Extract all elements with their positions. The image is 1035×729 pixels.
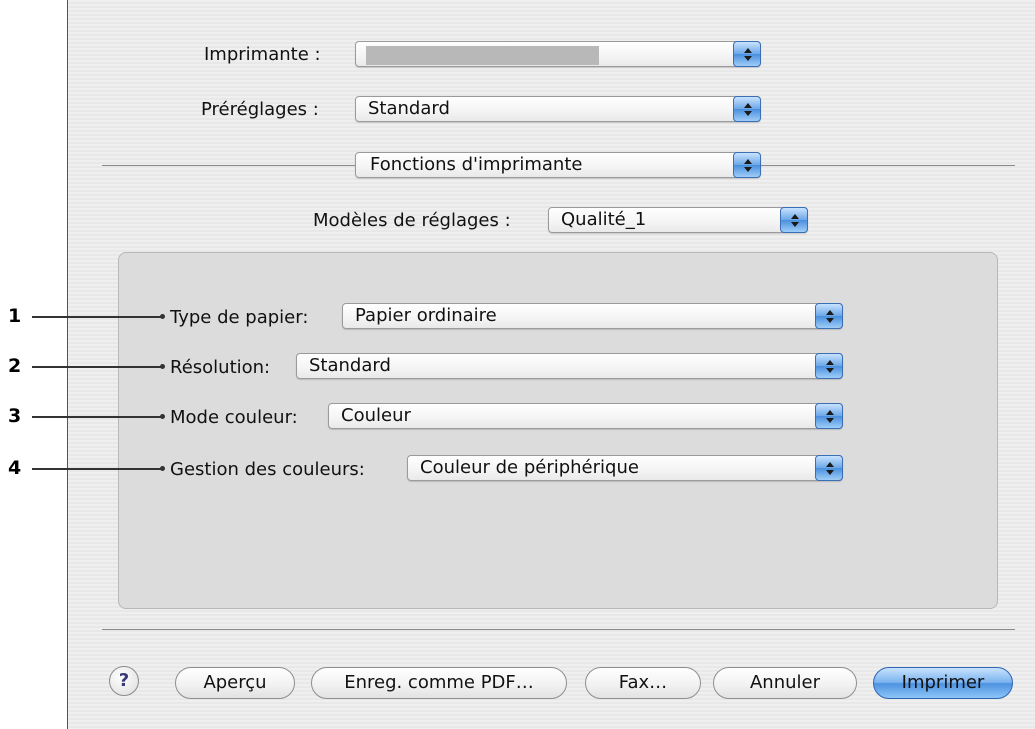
- callout-number: 2: [8, 355, 22, 377]
- section-divider-left: [102, 165, 355, 166]
- print-button[interactable]: Imprimer: [873, 667, 1013, 699]
- callout-dot: [160, 414, 165, 419]
- section-popup[interactable]: Fonctions d'imprimante: [355, 152, 761, 178]
- paper-type-popup[interactable]: Papier ordinaire: [342, 303, 843, 329]
- callout-dot: [160, 466, 165, 471]
- paper-type-label: Type de papier:: [170, 307, 309, 328]
- paper-type-value: Papier ordinaire: [355, 305, 497, 326]
- help-button[interactable]: ?: [109, 666, 139, 696]
- popup-stepper-icon: [815, 353, 843, 379]
- presets-label: Préréglages :: [201, 99, 319, 120]
- templates-label: Modèles de réglages :: [313, 210, 511, 231]
- templates-popup[interactable]: Qualité_1: [548, 207, 808, 233]
- presets-popup[interactable]: Standard: [355, 96, 761, 122]
- resolution-label: Résolution:: [170, 357, 271, 378]
- printer-name-redacted: [366, 46, 599, 65]
- save-as-pdf-button[interactable]: Enreg. comme PDF…: [311, 667, 567, 699]
- fax-button[interactable]: Fax…: [585, 667, 701, 699]
- callout-dot: [160, 314, 165, 319]
- section-divider-right: [761, 165, 1015, 166]
- callout-number: 4: [8, 457, 22, 479]
- cancel-button[interactable]: Annuler: [713, 667, 857, 699]
- presets-value: Standard: [368, 98, 450, 119]
- color-management-label: Gestion des couleurs:: [170, 459, 365, 480]
- color-management-value: Couleur de périphérique: [420, 457, 639, 478]
- color-mode-label: Mode couleur:: [170, 407, 298, 428]
- callout-line: [32, 416, 162, 418]
- color-mode-popup[interactable]: Couleur: [328, 403, 843, 429]
- popup-stepper-icon: [780, 207, 808, 233]
- preview-button[interactable]: Aperçu: [175, 667, 295, 699]
- callout-line: [32, 468, 162, 470]
- callout-dot: [160, 364, 165, 369]
- callout-line: [32, 366, 162, 368]
- templates-value: Qualité_1: [561, 209, 647, 230]
- popup-stepper-icon: [733, 41, 761, 67]
- callout-number: 1: [8, 305, 22, 327]
- color-mode-value: Couleur: [341, 405, 411, 426]
- printer-label: Imprimante :: [204, 44, 321, 65]
- callout-line: [32, 316, 162, 318]
- popup-stepper-icon: [733, 152, 761, 178]
- color-management-popup[interactable]: Couleur de périphérique: [407, 455, 843, 481]
- printer-popup[interactable]: [355, 41, 761, 67]
- popup-stepper-icon: [815, 303, 843, 329]
- resolution-popup[interactable]: Standard: [296, 353, 843, 379]
- callout-number: 3: [8, 405, 22, 427]
- popup-stepper-icon: [733, 96, 761, 122]
- section-value: Fonctions d'imprimante: [370, 154, 583, 175]
- popup-stepper-icon: [815, 403, 843, 429]
- popup-stepper-icon: [815, 455, 843, 481]
- bottom-divider: [102, 629, 1015, 630]
- resolution-value: Standard: [309, 355, 391, 376]
